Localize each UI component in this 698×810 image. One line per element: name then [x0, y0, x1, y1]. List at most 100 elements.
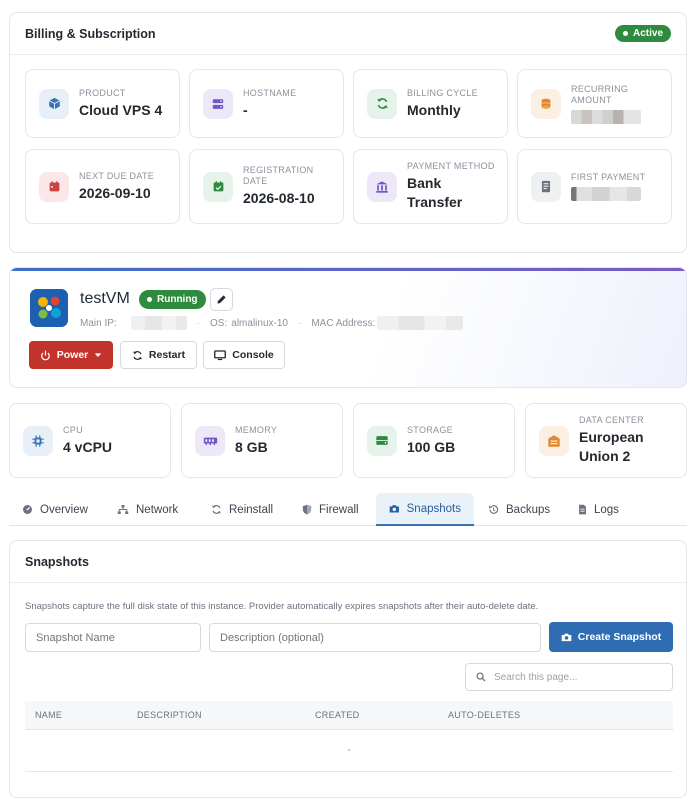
empty-table-row: -	[25, 730, 673, 772]
mac-redacted	[377, 316, 464, 330]
storage-label: STORAGE	[407, 424, 453, 435]
almalinux-logo-icon	[30, 289, 68, 327]
tile-product: PRODUCT Cloud VPS 4	[25, 69, 180, 138]
tab-bar: Overview Network Reinstall Firewall Snap…	[9, 493, 687, 526]
billing-card: Billing & Subscription Active PRODUCT Cl…	[9, 12, 687, 253]
search-icon	[476, 672, 486, 682]
data-center-value: European Union 2	[579, 429, 644, 464]
os-value: almalinux-10	[231, 317, 288, 329]
tab-reinstall[interactable]: Reinstall	[198, 493, 286, 526]
coins-icon	[531, 88, 561, 119]
server-icon	[203, 88, 233, 119]
running-dot-icon	[147, 297, 152, 302]
billing-cycle-value: Monthly	[407, 101, 461, 118]
tile-billing-cycle: BILLING CYCLE Monthly	[353, 69, 508, 138]
search-box[interactable]: Search this page...	[465, 663, 673, 691]
calendar-icon	[39, 171, 69, 202]
snapshots-title: Snapshots	[25, 554, 89, 569]
history-icon	[489, 505, 499, 514]
os-label: OS:	[210, 317, 228, 329]
reinstall-icon	[212, 505, 221, 514]
camera-icon	[561, 633, 572, 642]
vm-status-badge: Running	[139, 290, 206, 309]
tab-network[interactable]: Network	[104, 493, 191, 526]
tab-backups[interactable]: Backups	[475, 493, 563, 526]
bank-icon	[367, 171, 397, 202]
stat-cpu: CPU 4 vCPU	[9, 403, 171, 478]
create-snapshot-button[interactable]: Create Snapshot	[549, 622, 673, 652]
tab-network-label: Network	[136, 503, 179, 516]
tab-overview[interactable]: Overview	[9, 493, 101, 526]
column-created[interactable]: CREATED	[315, 710, 359, 720]
power-label: Power	[56, 349, 89, 361]
calendar-check-icon	[203, 171, 233, 202]
recurring-amount-redacted	[571, 109, 641, 124]
table-header: NAME DESCRIPTION CREATED AUTO-DELETES	[25, 701, 673, 730]
receipt-icon	[531, 171, 561, 202]
power-button[interactable]: Power	[29, 341, 113, 369]
next-due-date-value: 2026-09-10	[79, 184, 151, 201]
vm-meta: Main IP: · OS: almalinux-10 · MAC Addres…	[80, 316, 464, 330]
tab-firewall[interactable]: Firewall	[289, 493, 372, 526]
restart-button[interactable]: Restart	[120, 341, 197, 369]
column-description[interactable]: DESCRIPTION	[137, 710, 202, 720]
power-icon	[40, 350, 50, 360]
payment-method-label: PAYMENT METHOD	[407, 161, 495, 171]
memory-icon	[195, 425, 225, 456]
column-name[interactable]: NAME	[35, 710, 62, 720]
main-ip-redacted	[130, 316, 187, 330]
tile-registration-date: REGISTRATION DATE 2026-08-10	[189, 149, 344, 224]
restart-icon	[132, 350, 142, 360]
separator: ·	[196, 317, 201, 329]
mac-label: MAC Address:	[311, 317, 376, 329]
snapshot-description-input[interactable]	[209, 623, 541, 652]
console-button[interactable]: Console	[203, 341, 285, 369]
snapshots-card: Snapshots Snapshots capture the full dis…	[9, 540, 687, 798]
hostname-value: -	[243, 101, 248, 118]
vm-card: testVM Running Main IP: · OS: almalinux-…	[9, 267, 687, 388]
first-payment-label: FIRST PAYMENT	[571, 172, 646, 182]
edit-name-button[interactable]	[210, 288, 233, 311]
hostname-label: HOSTNAME	[243, 87, 297, 98]
separator: ·	[297, 317, 302, 329]
network-icon	[117, 505, 129, 514]
first-payment-redacted	[571, 187, 641, 201]
cpu-value: 4 vCPU	[63, 438, 113, 455]
camera-icon	[389, 505, 399, 513]
search-placeholder: Search this page...	[494, 671, 578, 683]
status-badge-label: Active	[632, 28, 663, 39]
tab-logs[interactable]: Logs	[565, 493, 632, 526]
billing-header: Billing & Subscription	[10, 13, 686, 55]
product-label: PRODUCT	[79, 87, 126, 98]
chevron-down-icon	[95, 353, 102, 357]
cpu-icon	[23, 425, 53, 456]
tab-snapshots-label: Snapshots	[406, 502, 461, 515]
memory-value: 8 GB	[235, 438, 268, 455]
storage-icon	[367, 425, 397, 456]
accent-bar	[10, 268, 686, 271]
data-center-label: DATA CENTER	[579, 415, 644, 425]
gauge-icon	[23, 505, 32, 514]
pencil-icon	[217, 295, 226, 304]
product-value: Cloud VPS 4	[79, 101, 163, 118]
registration-date-value: 2026-08-10	[243, 190, 315, 206]
box-icon	[39, 88, 69, 119]
refresh-icon	[367, 88, 397, 119]
tab-firewall-label: Firewall	[319, 503, 359, 516]
snapshots-description: Snapshots capture the full disk state of…	[25, 601, 539, 612]
tab-backups-label: Backups	[506, 503, 551, 516]
status-badge: Active	[614, 25, 671, 42]
billing-title: Billing & Subscription	[25, 26, 156, 41]
stat-data-center: DATA CENTER European Union 2	[525, 403, 687, 478]
snapshots-header: Snapshots	[10, 541, 686, 583]
tile-payment-method: PAYMENT METHOD Bank Transfer	[353, 149, 508, 224]
file-icon	[579, 504, 586, 515]
create-snapshot-label: Create Snapshot	[577, 631, 662, 643]
datacenter-icon	[539, 425, 569, 456]
monitor-icon	[214, 349, 227, 360]
column-auto-deletes[interactable]: AUTO-DELETES	[448, 710, 520, 720]
tab-logs-label: Logs	[594, 503, 619, 516]
tab-snapshots[interactable]: Snapshots	[376, 493, 474, 526]
status-dot-icon	[622, 31, 628, 36]
snapshot-name-input[interactable]	[25, 623, 201, 652]
